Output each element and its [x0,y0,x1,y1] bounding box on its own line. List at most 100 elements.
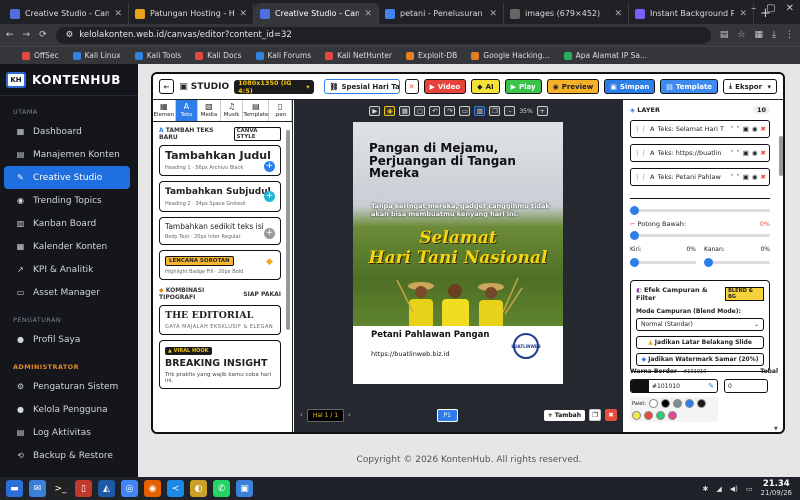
kali-icon[interactable]: ◭ [98,480,115,497]
browser-tab[interactable]: images (679×452) ✕ [504,3,629,24]
add-heading2-card[interactable]: Tambahkan Subjudul Heading 2 · 34px Spac… [159,181,281,212]
sidebar-item[interactable]: ▥ Kanban Board [4,212,130,235]
palette-swatch[interactable] [668,411,677,420]
crop-top-slider[interactable] [630,206,770,215]
browser-tab[interactable]: Instant Background R ✕ [629,3,754,24]
close-tab-icon[interactable]: ✕ [739,9,747,19]
chevron-up-icon[interactable]: ˄ [730,125,733,133]
ai-button[interactable]: ◆ AI [471,79,500,94]
close-tab-icon[interactable]: ✕ [239,9,247,19]
trash-icon[interactable]: ✖ [761,149,766,157]
template-button[interactable]: ▤ Template [660,79,719,94]
bookmark-item[interactable]: Kali Tools [134,51,181,60]
tag-icon[interactable]: ◆ [264,257,275,268]
eye-toggle-icon[interactable]: ◉ [384,106,396,116]
browser-tab[interactable]: Creative Studio - Can ✕ [254,3,379,24]
bookmark-item[interactable]: Google Hacking... [471,51,550,60]
poster-subtitle[interactable]: Tanpa keringat mereka, gadget canggihmu … [371,202,551,218]
crop-right-knob[interactable] [704,258,713,267]
lock-icon[interactable]: ▣ [743,173,749,181]
close-tab-icon[interactable]: ✕ [489,9,497,19]
drag-handle-icon[interactable]: ⋮⋮ [634,149,647,157]
palette-swatch[interactable] [696,399,706,408]
bluetooth-icon[interactable]: ✱ [703,485,709,493]
add-heading2-icon[interactable]: + [264,191,275,202]
desktop-icon[interactable]: ▬ [6,480,23,497]
page-thumb-p1[interactable]: P1 [436,408,458,422]
zoom-in-icon[interactable]: + [536,106,548,116]
trash-icon[interactable]: ✖ [761,125,766,133]
sidebar-item[interactable]: ▦ Kalender Konten [4,235,130,258]
tool-tab[interactable]: ▦ Elemen [153,100,176,121]
tool-tab[interactable]: ♫ Musik [221,100,244,121]
crop-top-knob[interactable] [630,206,639,215]
chevron-down-icon[interactable]: ˅ [736,149,739,157]
fit-icon[interactable]: ▭ [459,106,471,116]
zoom-out-icon[interactable]: – [504,106,516,116]
terminal-icon[interactable]: >_ [52,480,69,497]
undo-icon[interactable]: ↶ [429,106,441,116]
clear-button[interactable]: ✕ [404,79,419,94]
poster-title[interactable]: Pangan di Mejamu, Perjuangan di Tangan M… [369,142,559,180]
chrome-icon[interactable]: ◎ [121,480,138,497]
sidebar-item[interactable]: ● Kelola Pengguna [4,398,130,421]
redo-icon[interactable]: ↷ [444,106,456,116]
tool-tab[interactable]: ▧ Media [198,100,221,121]
close-tab-icon[interactable]: ✕ [364,9,372,19]
bookmark-item[interactable]: Kali Forums [255,51,311,60]
add-heading1-icon[interactable]: + [264,161,275,172]
preview-button[interactable]: ◉ Preview [546,79,600,94]
bookmark-item[interactable]: OffSec [22,51,59,60]
sidebar-item[interactable]: ✎ Creative Studio [4,166,130,189]
crop-bottom-knob[interactable] [630,231,639,240]
sidebar-item[interactable]: ▭ Asset Manager [4,281,130,304]
bookmark-item[interactable]: Kali Docs [195,51,242,60]
network-icon[interactable]: ◢ [716,485,721,493]
eye-icon[interactable]: ◉ [752,173,758,181]
crop-right-slider[interactable] [704,258,770,267]
lock-icon[interactable]: ▣ [743,149,749,157]
sidebar-item[interactable]: ◉ Trending Topics [4,189,130,212]
save-button[interactable]: ▣ Simpan [604,79,656,94]
layer-item[interactable]: ⋮⋮ A Teks: Selamat Hari T ˄ ˅ ▣ ◉ ✖ [630,120,770,138]
prev-page-icon[interactable]: ‹ [300,411,303,419]
poster-url[interactable]: https://buatlinweb.biz.id [371,350,450,358]
eye-icon[interactable]: ◉ [752,149,758,157]
maximize-icon[interactable]: ▢ [766,3,775,14]
drag-handle-icon[interactable]: ⋮⋮ [634,173,647,181]
bookmark-item[interactable]: Exploit-DB [406,51,457,60]
sidebar-item[interactable]: ⚙ Pengaturan Sistem [4,375,130,398]
trash-icon[interactable]: ✖ [761,173,766,181]
browser-tab[interactable]: Patungan Hosting - H ✕ [129,3,254,24]
translate-icon[interactable]: ▤ [720,30,729,40]
add-body-card[interactable]: Tambahkan sedikit teks isi Body Text · 2… [159,217,281,245]
bookmark-item[interactable]: Kali Linux [72,51,121,60]
video-button[interactable]: ▶ Video [423,79,467,94]
palette-swatch[interactable] [684,399,694,408]
reload-icon[interactable]: ⟳ [39,30,47,40]
app-icon[interactable]: ◐ [190,480,207,497]
url-field[interactable]: ⚙ kelolakonten.web.id/canvas/editor?cont… [55,26,711,44]
sidebar-item[interactable]: ▤ Manajemen Konten [4,143,130,166]
battery-icon[interactable]: ▭ [746,485,753,493]
duplicate-icon[interactable]: ❐ [489,106,501,116]
pdf-icon[interactable]: ▯ [75,480,92,497]
sidebar-item[interactable]: ● Profil Saya [4,328,130,351]
thickness-input[interactable]: 0 [724,379,768,393]
palette-swatch[interactable] [660,399,670,408]
poster-canvas[interactable]: Pangan di Mejamu, Perjuangan di Tangan M… [353,122,563,384]
back-icon[interactable]: ← [6,30,14,40]
clock[interactable]: 21.34 21/09/26 [761,479,792,498]
chevron-down-icon[interactable]: ˅ [736,125,739,133]
delete-page-icon[interactable]: ✖ [605,409,618,421]
tool-tab[interactable]: A Teks [175,100,199,121]
close-tab-icon[interactable]: ✕ [114,9,122,19]
browser-tab[interactable]: petani - Penelusuran ✕ [379,3,504,24]
play-canvas-icon[interactable]: ▶ [369,106,381,116]
template-select[interactable]: ⛓Spesial Hari Tan... [323,79,400,94]
layer-scrollbar[interactable] [779,136,783,176]
chevron-up-icon[interactable]: ˄ [730,149,733,157]
sidebar-item[interactable]: ▤ Log Aktivitas [4,421,130,444]
palette-swatch[interactable] [672,399,682,408]
add-heading1-card[interactable]: Tambahkan Judul Heading 1 · 56px Archivo… [159,145,281,176]
